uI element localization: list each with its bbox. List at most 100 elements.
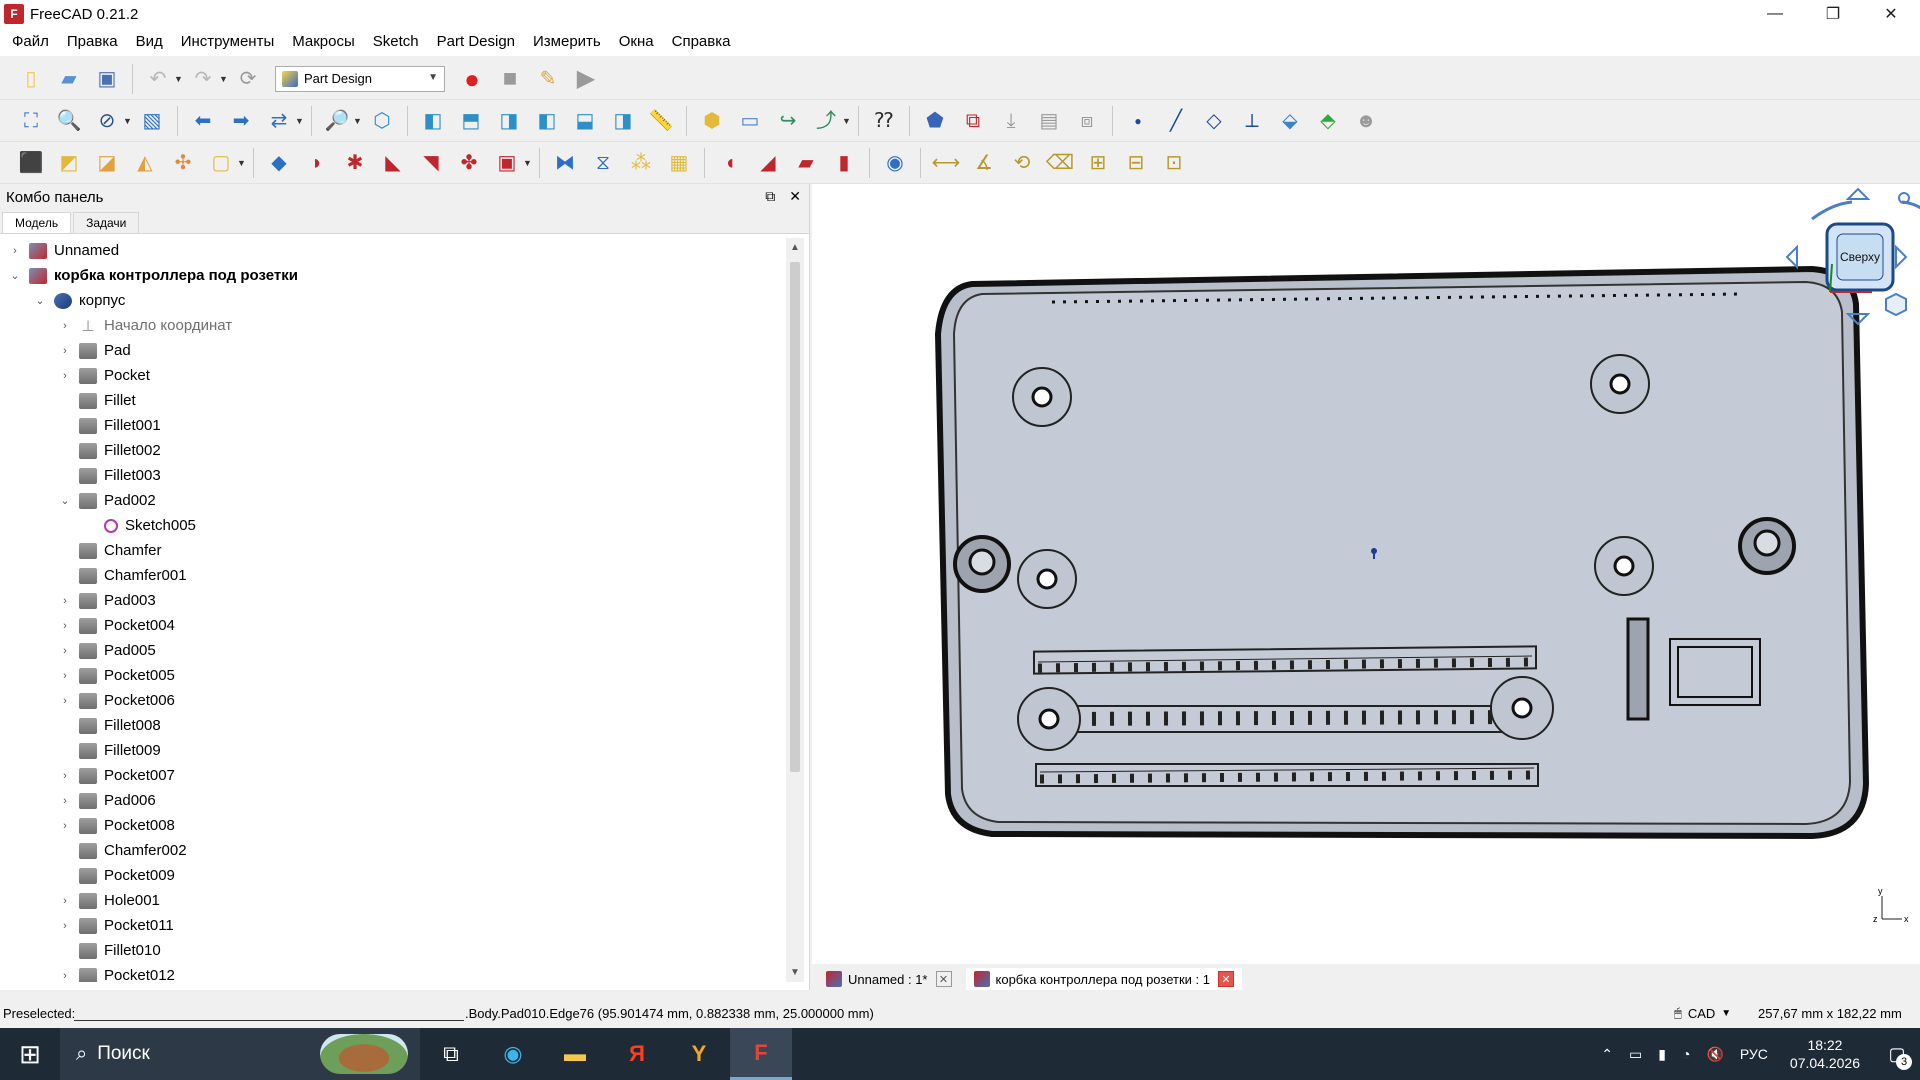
- link-actions-icon[interactable]: ⤴: [810, 105, 842, 137]
- tree-item[interactable]: › Pocket012: [0, 963, 786, 982]
- expand-arrow-icon[interactable]: ›: [8, 245, 22, 257]
- top-view-icon[interactable]: ⬒: [455, 105, 487, 137]
- measure-refresh-icon[interactable]: ⟲: [1006, 147, 1038, 179]
- measure-toggle-3d-icon[interactable]: ⊟: [1120, 147, 1152, 179]
- workbench-selector[interactable]: Part Design ▼: [275, 65, 445, 92]
- tree-item[interactable]: Fillet003: [0, 463, 786, 488]
- menu-measure[interactable]: Измерить: [524, 28, 610, 56]
- revolution-icon[interactable]: ◩: [53, 147, 85, 179]
- zoom-dropdown-icon[interactable]: ▼: [353, 116, 363, 126]
- measure-angular-icon[interactable]: ∡: [968, 147, 1000, 179]
- linear-pattern-icon[interactable]: ⧖: [587, 147, 619, 179]
- undo-icon[interactable]: ↶: [142, 63, 174, 95]
- subtractive-pipe-icon[interactable]: ◥: [415, 147, 447, 179]
- close-panel-icon[interactable]: ✕: [789, 188, 801, 205]
- fillet-icon[interactable]: ◖: [714, 147, 746, 179]
- tree-item[interactable]: ⌄ Pad002: [0, 488, 786, 513]
- tree-item[interactable]: › Pocket007: [0, 763, 786, 788]
- pad-icon[interactable]: ⬛: [15, 147, 47, 179]
- datum-plane-icon[interactable]: ◇: [1198, 105, 1230, 137]
- task-view-icon[interactable]: ⧉: [420, 1028, 482, 1080]
- meet-now-icon[interactable]: ▭: [1629, 1046, 1642, 1063]
- close-button[interactable]: ✕: [1862, 0, 1920, 28]
- file-explorer-icon[interactable]: ▬: [544, 1028, 606, 1080]
- sync-view-dropdown-icon[interactable]: ▼: [295, 116, 305, 126]
- taskbar-search-box[interactable]: ⌕ Поиск: [60, 1028, 420, 1080]
- shape-binder-icon[interactable]: ⬙: [1274, 105, 1306, 137]
- subtractive-primitive-icon[interactable]: ▣: [491, 147, 523, 179]
- scroll-down-icon[interactable]: ▼: [786, 967, 804, 978]
- additive-primitive-icon[interactable]: ▢: [205, 147, 237, 179]
- expand-arrow-icon[interactable]: ›: [58, 820, 72, 832]
- map-sketch-icon[interactable]: ⤓: [995, 105, 1027, 137]
- tree-item[interactable]: Pocket009: [0, 863, 786, 888]
- new-document-icon[interactable]: ▯: [15, 63, 47, 95]
- expand-arrow-icon[interactable]: ›: [58, 770, 72, 782]
- maximize-button[interactable]: ❐: [1804, 0, 1862, 28]
- menu-part-design[interactable]: Part Design: [428, 28, 524, 56]
- close-tab-icon[interactable]: ✕: [935, 971, 952, 987]
- expand-arrow-icon[interactable]: ›: [58, 695, 72, 707]
- create-part-icon[interactable]: ⬢: [696, 105, 728, 137]
- expand-arrow-icon[interactable]: ›: [58, 370, 72, 382]
- edit-macro-icon[interactable]: ✎: [532, 63, 564, 95]
- link-actions-dropdown-icon[interactable]: ▼: [842, 116, 852, 126]
- tree-item[interactable]: › Pad: [0, 338, 786, 363]
- expand-arrow-icon[interactable]: ›: [58, 970, 72, 982]
- additive-pipe-icon[interactable]: ◭: [129, 147, 161, 179]
- menu-macros[interactable]: Макросы: [283, 28, 364, 56]
- measure-linear-icon[interactable]: ⟷: [930, 147, 962, 179]
- menu-sketch[interactable]: Sketch: [364, 28, 428, 56]
- doc-tab-korobka[interactable]: корбка контроллера под розетки : 1 ✕: [965, 968, 1242, 990]
- yandex-icon[interactable]: Я: [606, 1028, 668, 1080]
- refresh-icon[interactable]: ⟳: [232, 63, 264, 95]
- clone-icon[interactable]: ☻: [1350, 105, 1382, 137]
- collapse-arrow-icon[interactable]: ⌄: [8, 269, 22, 282]
- expand-arrow-icon[interactable]: ›: [58, 795, 72, 807]
- zoom-icon[interactable]: 🔎: [321, 105, 353, 137]
- edge-browser-icon[interactable]: ◉: [482, 1028, 544, 1080]
- datum-point-icon[interactable]: ●: [1122, 105, 1154, 137]
- menu-help[interactable]: Справка: [663, 28, 740, 56]
- tree-item[interactable]: › Pocket011: [0, 913, 786, 938]
- run-macro-icon[interactable]: ▶: [570, 63, 602, 95]
- left-view-icon[interactable]: ◨: [607, 105, 639, 137]
- expand-arrow-icon[interactable]: ›: [58, 620, 72, 632]
- boolean-icon[interactable]: ◉: [879, 147, 911, 179]
- menu-view[interactable]: Вид: [127, 28, 172, 56]
- expand-arrow-icon[interactable]: ›: [58, 920, 72, 932]
- multi-transform-icon[interactable]: ▦: [663, 147, 695, 179]
- minimize-button[interactable]: —: [1746, 0, 1804, 28]
- expand-arrow-icon[interactable]: ›: [58, 320, 72, 332]
- subshape-binder-icon[interactable]: ⬘: [1312, 105, 1344, 137]
- battery-icon[interactable]: ▮: [1658, 1046, 1666, 1063]
- taskbar-clock[interactable]: 18:22 07.04.2026: [1790, 1036, 1860, 1072]
- tree-item[interactable]: Fillet: [0, 388, 786, 413]
- subtractive-helix-icon[interactable]: ✤: [453, 147, 485, 179]
- tree-scrollbar[interactable]: ▲ ▼: [786, 238, 804, 982]
- thickness-icon[interactable]: ▮: [828, 147, 860, 179]
- additive-loft-icon[interactable]: ◪: [91, 147, 123, 179]
- create-group-icon[interactable]: ▭: [734, 105, 766, 137]
- additive-helix-icon[interactable]: ✣: [167, 147, 199, 179]
- menu-windows[interactable]: Окна: [610, 28, 663, 56]
- windows-start-icon[interactable]: ⊞: [0, 1028, 60, 1080]
- tree-item[interactable]: Fillet001: [0, 413, 786, 438]
- menu-tools[interactable]: Инструменты: [172, 28, 284, 56]
- mirrored-icon[interactable]: ⧓: [549, 147, 581, 179]
- sync-view-icon[interactable]: ⇄: [263, 105, 295, 137]
- close-tab-icon[interactable]: ✕: [1217, 971, 1234, 987]
- doc-tab-unnamed[interactable]: Unnamed : 1* ✕: [818, 968, 960, 990]
- tree-item[interactable]: › Unnamed: [0, 238, 786, 263]
- redo-icon[interactable]: ↷: [187, 63, 219, 95]
- fit-selection-icon[interactable]: 🔍: [53, 105, 85, 137]
- expand-arrow-icon[interactable]: ›: [58, 895, 72, 907]
- freecad-taskbar-icon[interactable]: F: [730, 1028, 792, 1080]
- tree-item[interactable]: › Pocket: [0, 363, 786, 388]
- tree-item[interactable]: › Pad006: [0, 788, 786, 813]
- expand-arrow-icon[interactable]: ›: [58, 670, 72, 682]
- tree-item[interactable]: Chamfer001: [0, 563, 786, 588]
- additive-primitive-dropdown-icon[interactable]: ▼: [237, 158, 247, 168]
- navigation-style-selector[interactable]: 🖱 CAD ▼: [1674, 1005, 1731, 1021]
- subtractive-primitive-dropdown-icon[interactable]: ▼: [523, 158, 533, 168]
